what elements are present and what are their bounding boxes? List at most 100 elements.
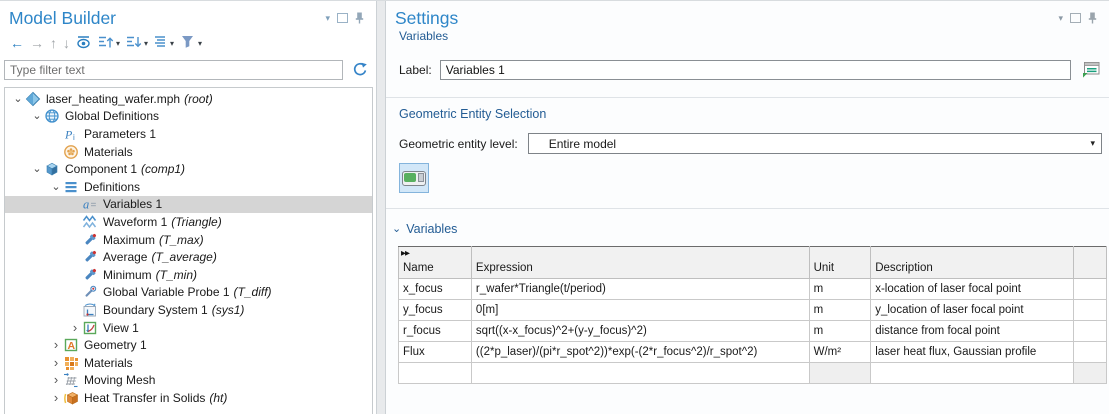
cell-expression[interactable] bbox=[471, 363, 809, 384]
cell-name[interactable]: r_focus bbox=[399, 321, 472, 342]
node-group-icon bbox=[154, 35, 168, 52]
model-builder-window-controls: ▾ bbox=[325, 12, 364, 24]
cell-unit[interactable]: W/m² bbox=[809, 342, 871, 363]
cell-unit[interactable] bbox=[809, 363, 871, 384]
tree-item-component-1[interactable]: ⌄Component 1(comp1) bbox=[5, 160, 372, 178]
collapse-chevron-icon[interactable]: ⌄ bbox=[30, 164, 44, 174]
tree-item-suffix: (root) bbox=[184, 92, 213, 106]
expand-nodes-icon bbox=[98, 35, 114, 52]
filter-input[interactable] bbox=[4, 60, 343, 80]
node-group-button[interactable]: ▾ bbox=[151, 33, 177, 53]
tree-item-heat-transfer-in-solids[interactable]: ›Heat Transfer in Solids(ht) bbox=[5, 389, 372, 407]
tree-item-global-definitions[interactable]: ⌄Global Definitions bbox=[5, 108, 372, 126]
float-window-icon[interactable] bbox=[1070, 13, 1081, 23]
show-in-table-icon bbox=[1081, 59, 1102, 82]
move-up-button[interactable]: ↑ bbox=[47, 33, 60, 53]
expand-nodes-button[interactable]: ▾ bbox=[95, 33, 123, 53]
label-input[interactable] bbox=[440, 60, 1071, 80]
back-arrow-icon: ← bbox=[10, 36, 24, 50]
svg-text:i: i bbox=[73, 133, 75, 142]
cell-trailing bbox=[1074, 342, 1107, 363]
refresh-button[interactable] bbox=[349, 60, 372, 80]
label-row: Label: bbox=[399, 58, 1103, 82]
tree-item-view-1[interactable]: ›View 1 bbox=[5, 319, 372, 337]
move-down-button[interactable]: ↓ bbox=[60, 33, 73, 53]
pin-icon[interactable] bbox=[355, 12, 364, 24]
panel-menu-icon[interactable]: ▾ bbox=[325, 14, 330, 23]
collapse-nodes-icon bbox=[126, 35, 142, 52]
show-in-table-button[interactable] bbox=[1079, 58, 1103, 82]
tree-item-label: Maximum bbox=[103, 233, 155, 247]
tree-item-geometry-1[interactable]: ›A Geometry 1 bbox=[5, 336, 372, 354]
cell-name[interactable]: y_focus bbox=[399, 300, 472, 321]
filter-row bbox=[0, 54, 376, 80]
tree-item-waveform-1[interactable]: Waveform 1(Triangle) bbox=[5, 213, 372, 231]
show-button[interactable] bbox=[73, 33, 95, 53]
collapse-nodes-button[interactable]: ▾ bbox=[123, 33, 151, 53]
tree-item-suffix: (T_max) bbox=[159, 233, 204, 247]
collapse-chevron-icon[interactable]: ⌄ bbox=[11, 94, 25, 104]
tree-item-minimum[interactable]: Minimum(T_min) bbox=[5, 266, 372, 284]
cell-expression[interactable]: 0[m] bbox=[471, 300, 809, 321]
cell-expression[interactable]: sqrt((x-x_focus)^2+(y-y_focus)^2) bbox=[471, 321, 809, 342]
expand-chevron-icon[interactable]: › bbox=[49, 340, 63, 350]
tree-item-parameters-1[interactable]: PiParameters 1 bbox=[5, 125, 372, 143]
cell-unit[interactable]: m bbox=[809, 321, 871, 342]
tree-item-boundary-system-1[interactable]: Boundary System 1(sys1) bbox=[5, 301, 372, 319]
model-tree-filter-button[interactable]: ▾ bbox=[177, 33, 205, 53]
geometric-entity-level-select[interactable]: Entire model ▾ bbox=[528, 133, 1102, 154]
variables-section-header[interactable]: ⌄ Variables bbox=[392, 222, 1109, 236]
cell-trailing bbox=[1074, 363, 1107, 384]
moving-mesh-icon bbox=[63, 372, 79, 388]
cell-description[interactable]: laser heat flux, Gaussian profile bbox=[871, 342, 1074, 363]
global-definitions-icon bbox=[44, 108, 60, 124]
pin-icon[interactable] bbox=[1088, 12, 1097, 24]
panel-menu-icon[interactable]: ▾ bbox=[1058, 14, 1063, 23]
collapse-chevron-icon[interactable]: ⌄ bbox=[49, 182, 63, 192]
model-builder-header: Model Builder ▾ bbox=[0, 1, 376, 29]
cell-expression[interactable]: r_wafer*Triangle(t/period) bbox=[471, 279, 809, 300]
cell-description[interactable]: distance from focal point bbox=[871, 321, 1074, 342]
tree-item-label: Geometry 1 bbox=[84, 338, 147, 352]
cell-unit[interactable]: m bbox=[809, 279, 871, 300]
cell-description[interactable]: y_location of laser focal point bbox=[871, 300, 1074, 321]
float-window-icon[interactable] bbox=[337, 13, 348, 23]
geometric-entity-selection-heading[interactable]: Geometric Entity Selection bbox=[399, 107, 1109, 121]
tree-item-global-variable-probe-1[interactable]: Global Variable Probe 1(T_diff) bbox=[5, 284, 372, 302]
expand-chevron-icon[interactable]: › bbox=[68, 323, 82, 333]
forward-button[interactable]: → bbox=[27, 33, 47, 53]
global-probe-icon bbox=[82, 284, 98, 300]
view-icon bbox=[82, 320, 98, 336]
expand-chevron-icon[interactable]: › bbox=[49, 375, 63, 385]
settings-window-controls: ▾ bbox=[1058, 12, 1097, 24]
model-builder-title: Model Builder bbox=[9, 7, 116, 29]
row-marker-icon: ▶▶ bbox=[401, 249, 409, 257]
tree-item-materials[interactable]: Materials bbox=[5, 143, 372, 161]
expand-chevron-icon[interactable]: › bbox=[49, 393, 63, 403]
tree-item-variables-1[interactable]: a=Variables 1 bbox=[5, 196, 372, 214]
tree-item-average[interactable]: Average(T_average) bbox=[5, 248, 372, 266]
cell-name[interactable]: Flux bbox=[399, 342, 472, 363]
tree-item-maximum[interactable]: Maximum (T_max) bbox=[5, 231, 372, 249]
cell-description[interactable] bbox=[871, 363, 1074, 384]
collapse-chevron-icon[interactable]: ⌄ bbox=[30, 111, 44, 121]
cell-expression[interactable]: ((2*p_laser)/(pi*r_spot^2))*exp(-(2*r_fo… bbox=[471, 342, 809, 363]
back-button[interactable]: ← bbox=[7, 33, 27, 53]
expand-chevron-icon[interactable]: › bbox=[49, 358, 63, 368]
tree-item-label: Parameters 1 bbox=[84, 127, 156, 141]
cell-name[interactable] bbox=[399, 363, 472, 384]
tree-item-definitions[interactable]: ⌄Definitions bbox=[5, 178, 372, 196]
tree-item-laser-heating-wafer-mph[interactable]: ⌄laser_heating_wafer.mph(root) bbox=[5, 90, 372, 108]
tree-item-materials[interactable]: ›Materials bbox=[5, 354, 372, 372]
comsol-desktop: Model Builder ▾ ← → ↑ ↓ ▾ ▾ ▾ ▾ ⌄laser_h… bbox=[0, 0, 1109, 414]
cell-unit[interactable]: m bbox=[809, 300, 871, 321]
active-selection-toggle-button[interactable] bbox=[399, 163, 429, 193]
cell-name[interactable]: x_focus bbox=[399, 279, 472, 300]
tree-item-moving-mesh[interactable]: ›Moving Mesh bbox=[5, 372, 372, 390]
tree-item-label: Variables 1 bbox=[103, 197, 162, 211]
table-row: x_focusr_wafer*Triangle(t/period)mx-loca… bbox=[399, 279, 1107, 300]
cell-description[interactable]: x-location of laser focal point bbox=[871, 279, 1074, 300]
settings-subtitle: Variables bbox=[399, 29, 1109, 43]
tree-item-label: Materials bbox=[84, 145, 133, 159]
geometry-icon: A bbox=[63, 337, 79, 353]
